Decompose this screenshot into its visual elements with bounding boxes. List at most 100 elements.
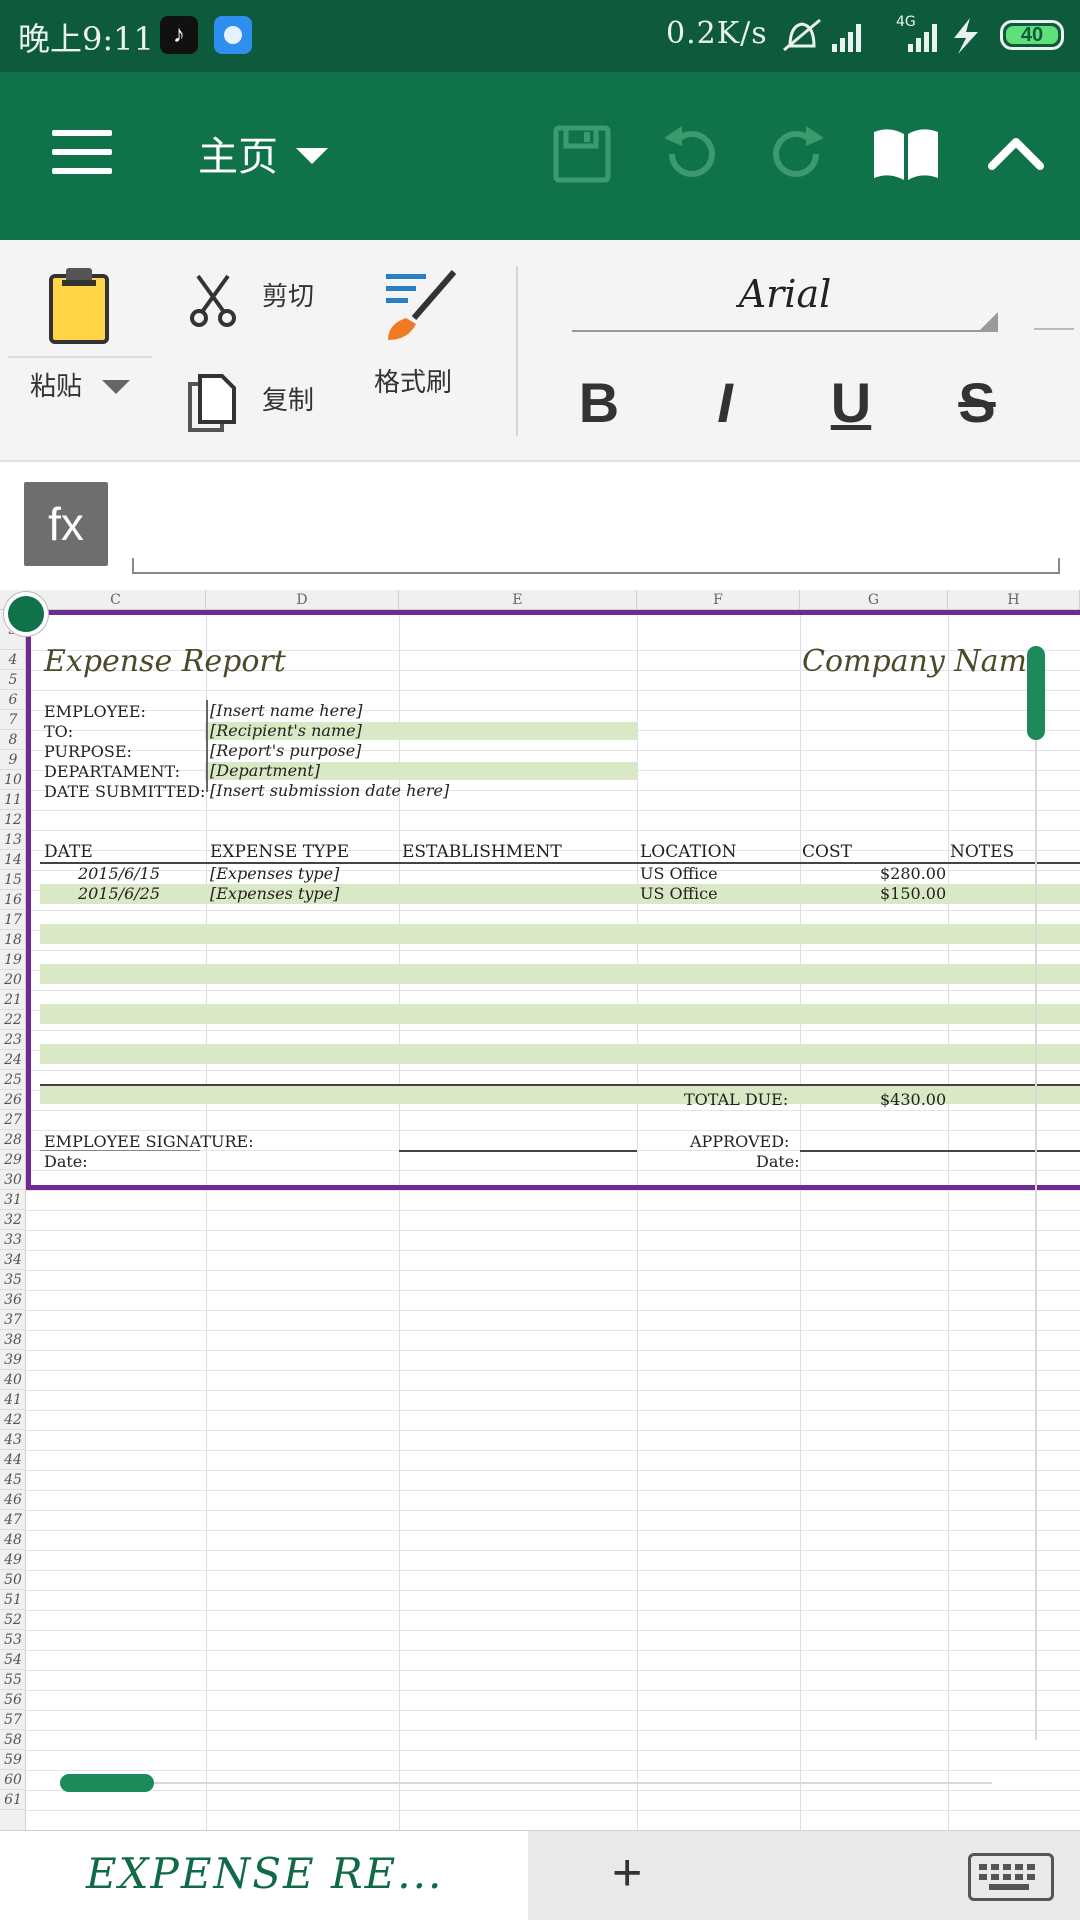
cut-button[interactable]: 剪切: [262, 276, 314, 313]
selection-handle[interactable]: [4, 592, 48, 636]
row-header[interactable]: 29: [0, 1150, 26, 1170]
row-header[interactable]: 20: [0, 970, 26, 990]
copy-icon[interactable]: [188, 372, 238, 434]
paste-icon[interactable]: [48, 266, 110, 346]
function-button[interactable]: fx: [24, 482, 108, 566]
row-header[interactable]: 39: [0, 1350, 26, 1370]
scissors-icon[interactable]: [188, 272, 238, 328]
row-header[interactable]: 51: [0, 1590, 26, 1610]
row-header[interactable]: 33: [0, 1230, 26, 1250]
row-header[interactable]: 57: [0, 1710, 26, 1730]
row-header[interactable]: 21: [0, 990, 26, 1010]
row-header[interactable]: 50: [0, 1570, 26, 1590]
row-header[interactable]: 32: [0, 1210, 26, 1230]
paste-options-chevron-icon[interactable]: [102, 380, 130, 394]
font-size-field[interactable]: [1034, 328, 1074, 330]
cell-selection[interactable]: [26, 610, 1080, 1190]
italic-button[interactable]: I: [690, 368, 760, 438]
row-header[interactable]: 13: [0, 830, 26, 850]
row-header[interactable]: 7: [0, 710, 26, 730]
row-header[interactable]: 37: [0, 1310, 26, 1330]
copy-button[interactable]: 复制: [262, 380, 314, 417]
row-header[interactable]: 38: [0, 1330, 26, 1350]
row-header[interactable]: 17: [0, 910, 26, 930]
row-header[interactable]: 36: [0, 1290, 26, 1310]
horizontal-scrollbar[interactable]: [60, 1774, 154, 1792]
row-header[interactable]: 34: [0, 1250, 26, 1270]
row-header[interactable]: 46: [0, 1490, 26, 1510]
row-header[interactable]: 16: [0, 890, 26, 910]
redo-icon[interactable]: [766, 122, 830, 186]
row-header[interactable]: 31: [0, 1190, 26, 1210]
row-header[interactable]: 48: [0, 1530, 26, 1550]
strikethrough-button[interactable]: S: [942, 368, 1012, 438]
add-sheet-button[interactable]: +: [612, 1843, 642, 1903]
chevron-down-icon[interactable]: [296, 148, 328, 164]
row-header[interactable]: 44: [0, 1450, 26, 1470]
row-header[interactable]: 10: [0, 770, 26, 790]
row-header[interactable]: 27: [0, 1110, 26, 1130]
row-header[interactable]: 11: [0, 790, 26, 810]
column-header-g[interactable]: G: [800, 590, 948, 610]
undo-icon[interactable]: [658, 122, 722, 186]
row-header[interactable]: 6: [0, 690, 26, 710]
ribbon-tab-selector[interactable]: 主页: [198, 124, 278, 182]
row-header[interactable]: 25: [0, 1070, 26, 1090]
column-header-d[interactable]: D: [206, 590, 399, 610]
row-header[interactable]: 24: [0, 1050, 26, 1070]
column-header-c[interactable]: C: [26, 590, 206, 610]
row-header[interactable]: 43: [0, 1430, 26, 1450]
menu-icon[interactable]: [52, 130, 112, 174]
row-header[interactable]: 14: [0, 850, 26, 870]
row-header[interactable]: 12: [0, 810, 26, 830]
keyboard-icon[interactable]: [968, 1853, 1054, 1901]
row-header[interactable]: 23: [0, 1030, 26, 1050]
row-header[interactable]: 30: [0, 1170, 26, 1190]
row-header[interactable]: 41: [0, 1390, 26, 1410]
format-painter-icon[interactable]: [384, 268, 458, 342]
font-name-selector[interactable]: Arial: [572, 262, 998, 332]
gridline: [26, 1690, 1080, 1691]
keyboard-keys: [979, 1864, 1035, 1890]
row-header[interactable]: 15: [0, 870, 26, 890]
row-header[interactable]: 56: [0, 1690, 26, 1710]
row-header[interactable]: 60: [0, 1770, 26, 1790]
read-mode-icon[interactable]: [870, 122, 942, 186]
row-header[interactable]: 58: [0, 1730, 26, 1750]
collapse-ribbon-icon[interactable]: [984, 122, 1048, 186]
row-header[interactable]: 26: [0, 1090, 26, 1110]
font-dropdown-icon[interactable]: [978, 312, 998, 332]
column-header-f[interactable]: F: [637, 590, 800, 610]
row-header[interactable]: 61: [0, 1790, 26, 1810]
row-header[interactable]: 59: [0, 1750, 26, 1770]
row-header[interactable]: 53: [0, 1630, 26, 1650]
paste-button[interactable]: 粘贴: [30, 366, 82, 403]
row-header[interactable]: 55: [0, 1670, 26, 1690]
save-icon[interactable]: [550, 122, 614, 186]
row-header[interactable]: 8: [0, 730, 26, 750]
row-header[interactable]: 52: [0, 1610, 26, 1630]
row-header[interactable]: 42: [0, 1410, 26, 1430]
row-header[interactable]: 35: [0, 1270, 26, 1290]
formula-input[interactable]: [132, 558, 1060, 574]
row-header[interactable]: 54: [0, 1650, 26, 1670]
row-header[interactable]: 22: [0, 1010, 26, 1030]
column-header-h[interactable]: H: [948, 590, 1080, 610]
format-painter-button[interactable]: 格式刷: [374, 362, 452, 399]
row-header[interactable]: 47: [0, 1510, 26, 1530]
row-header[interactable]: 19: [0, 950, 26, 970]
sheet-tab-expense-report[interactable]: EXPENSE RE...: [0, 1831, 528, 1920]
row-header[interactable]: 49: [0, 1550, 26, 1570]
vertical-scrollbar[interactable]: [1027, 646, 1045, 740]
row-header[interactable]: 40: [0, 1370, 26, 1390]
bold-button[interactable]: B: [564, 368, 634, 438]
row-header[interactable]: 5: [0, 670, 26, 690]
row-header[interactable]: 18: [0, 930, 26, 950]
row-header[interactable]: 4: [0, 650, 26, 670]
spreadsheet-grid[interactable]: C D E F G H 3456789101112131415161718192…: [0, 590, 1080, 1830]
column-header-e[interactable]: E: [399, 590, 637, 610]
row-header[interactable]: 45: [0, 1470, 26, 1490]
row-header[interactable]: 28: [0, 1130, 26, 1150]
underline-button[interactable]: U: [816, 368, 886, 438]
row-header[interactable]: 9: [0, 750, 26, 770]
